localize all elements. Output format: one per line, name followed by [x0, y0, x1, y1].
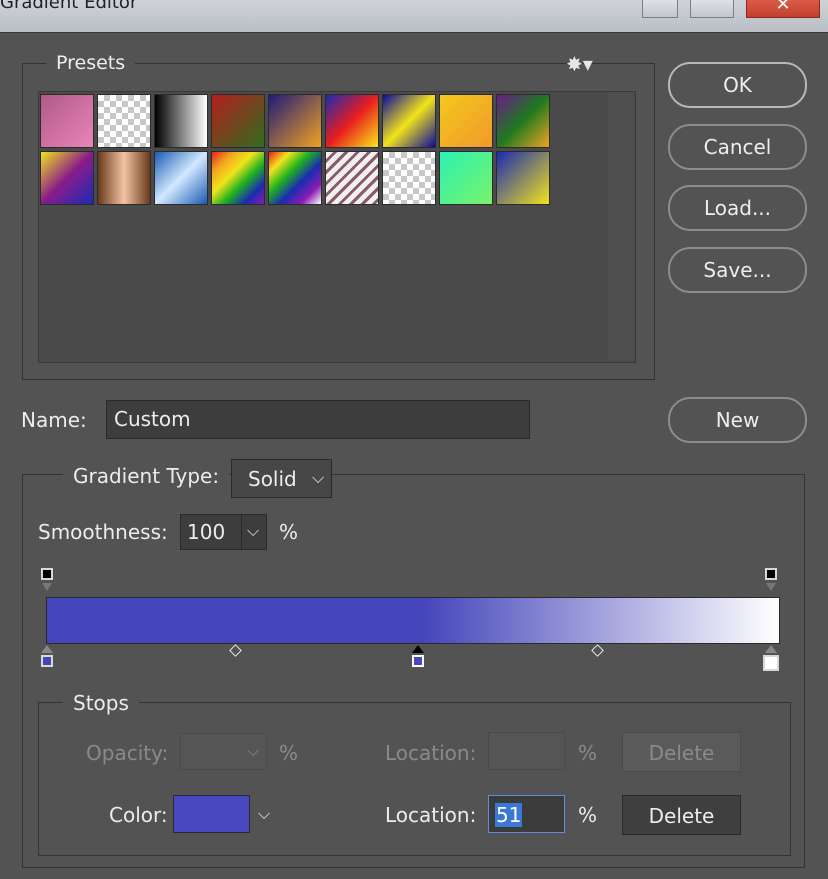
preset-swatch[interactable] — [382, 151, 436, 205]
name-label: Name: — [21, 408, 87, 432]
preset-swatch[interactable] — [325, 151, 379, 205]
color-location-value: 51 — [495, 803, 523, 827]
load-button[interactable]: Load... — [668, 185, 807, 231]
preset-swatch[interactable] — [211, 94, 265, 148]
opacity-location-label: Location: — [385, 741, 477, 765]
color-stop-left-pointer — [41, 645, 53, 653]
opacity-delete-button[interactable]: Delete — [622, 732, 741, 772]
preset-swatch[interactable] — [211, 151, 265, 205]
gear-icon[interactable]: ✸▾ — [566, 52, 593, 76]
color-location-field[interactable]: 51 — [488, 795, 565, 833]
color-stop-selected[interactable] — [412, 655, 424, 667]
chevron-down-icon: ⌵ — [247, 741, 260, 760]
color-swatch[interactable] — [173, 795, 250, 833]
smoothness-value: 100 — [187, 520, 226, 544]
opacity-stop-right-pointer — [766, 583, 776, 591]
name-field[interactable]: Custom — [106, 400, 530, 439]
color-stop-selected-pointer — [412, 645, 424, 653]
smoothness-divider — [241, 515, 242, 549]
preset-swatch[interactable] — [268, 151, 322, 205]
color-stop-right-pointer — [765, 645, 777, 653]
color-location-label: Location: — [385, 803, 477, 827]
save-button[interactable]: Save... — [668, 247, 807, 293]
preset-swatch[interactable] — [154, 94, 208, 148]
color-delete-button[interactable]: Delete — [622, 795, 741, 835]
minimize-button[interactable] — [642, 0, 678, 18]
preset-swatch[interactable] — [97, 151, 151, 205]
preset-swatch[interactable] — [496, 151, 550, 205]
smoothness-percent: % — [279, 520, 299, 544]
color-stop-left[interactable] — [41, 655, 53, 667]
close-button[interactable]: ✕ — [746, 0, 820, 18]
stops-label: Stops — [63, 691, 139, 715]
chevron-down-icon[interactable]: ⌵ — [247, 521, 259, 541]
preset-swatch[interactable] — [268, 94, 322, 148]
name-value: Custom — [114, 407, 191, 431]
chevron-down-icon: ⌵ — [312, 468, 325, 487]
opacity-stop-left[interactable] — [41, 568, 53, 580]
title-bar: Gradient Editor ✕ — [0, 0, 828, 33]
window-title: Gradient Editor — [0, 0, 138, 13]
presets-label: Presets — [46, 52, 136, 74]
smoothness-label: Smoothness: — [38, 520, 168, 544]
chevron-down-icon[interactable]: ⌵ — [258, 804, 270, 824]
color-label: Color: — [109, 803, 168, 827]
presets-scrollbar[interactable] — [608, 92, 634, 360]
cancel-button[interactable]: Cancel — [668, 124, 807, 170]
opacity-percent: % — [279, 741, 299, 765]
preset-swatch[interactable] — [439, 94, 493, 148]
ok-button[interactable]: OK — [668, 62, 807, 108]
gradient-type-label: Gradient Type: — [63, 464, 230, 488]
opacity-field[interactable]: ⌵ — [180, 733, 267, 770]
gradient-type-value: Solid — [248, 467, 297, 491]
opacity-stop-left-pointer — [42, 583, 52, 591]
preset-swatch[interactable] — [40, 151, 94, 205]
opacity-label: Opacity: — [86, 741, 169, 765]
preset-swatch[interactable] — [439, 151, 493, 205]
gradient-type-select[interactable]: Solid ⌵ — [231, 459, 332, 498]
close-icon: ✕ — [775, 0, 791, 15]
preset-swatch[interactable] — [382, 94, 436, 148]
maximize-button[interactable] — [690, 0, 734, 18]
color-stop-right[interactable] — [763, 655, 779, 671]
opacity-location-percent: % — [578, 741, 598, 765]
new-button[interactable]: New — [668, 397, 807, 443]
gradient-preview-bar[interactable] — [46, 597, 780, 644]
preset-swatch[interactable] — [325, 94, 379, 148]
preset-swatch[interactable] — [40, 94, 94, 148]
color-location-percent: % — [578, 803, 598, 827]
preset-swatch[interactable] — [496, 94, 550, 148]
opacity-location-field[interactable] — [488, 732, 565, 770]
opacity-stop-right[interactable] — [765, 568, 777, 580]
smoothness-field[interactable]: 100 ⌵ — [180, 514, 267, 550]
preset-swatch[interactable] — [97, 94, 151, 148]
preset-swatch[interactable] — [154, 151, 208, 205]
